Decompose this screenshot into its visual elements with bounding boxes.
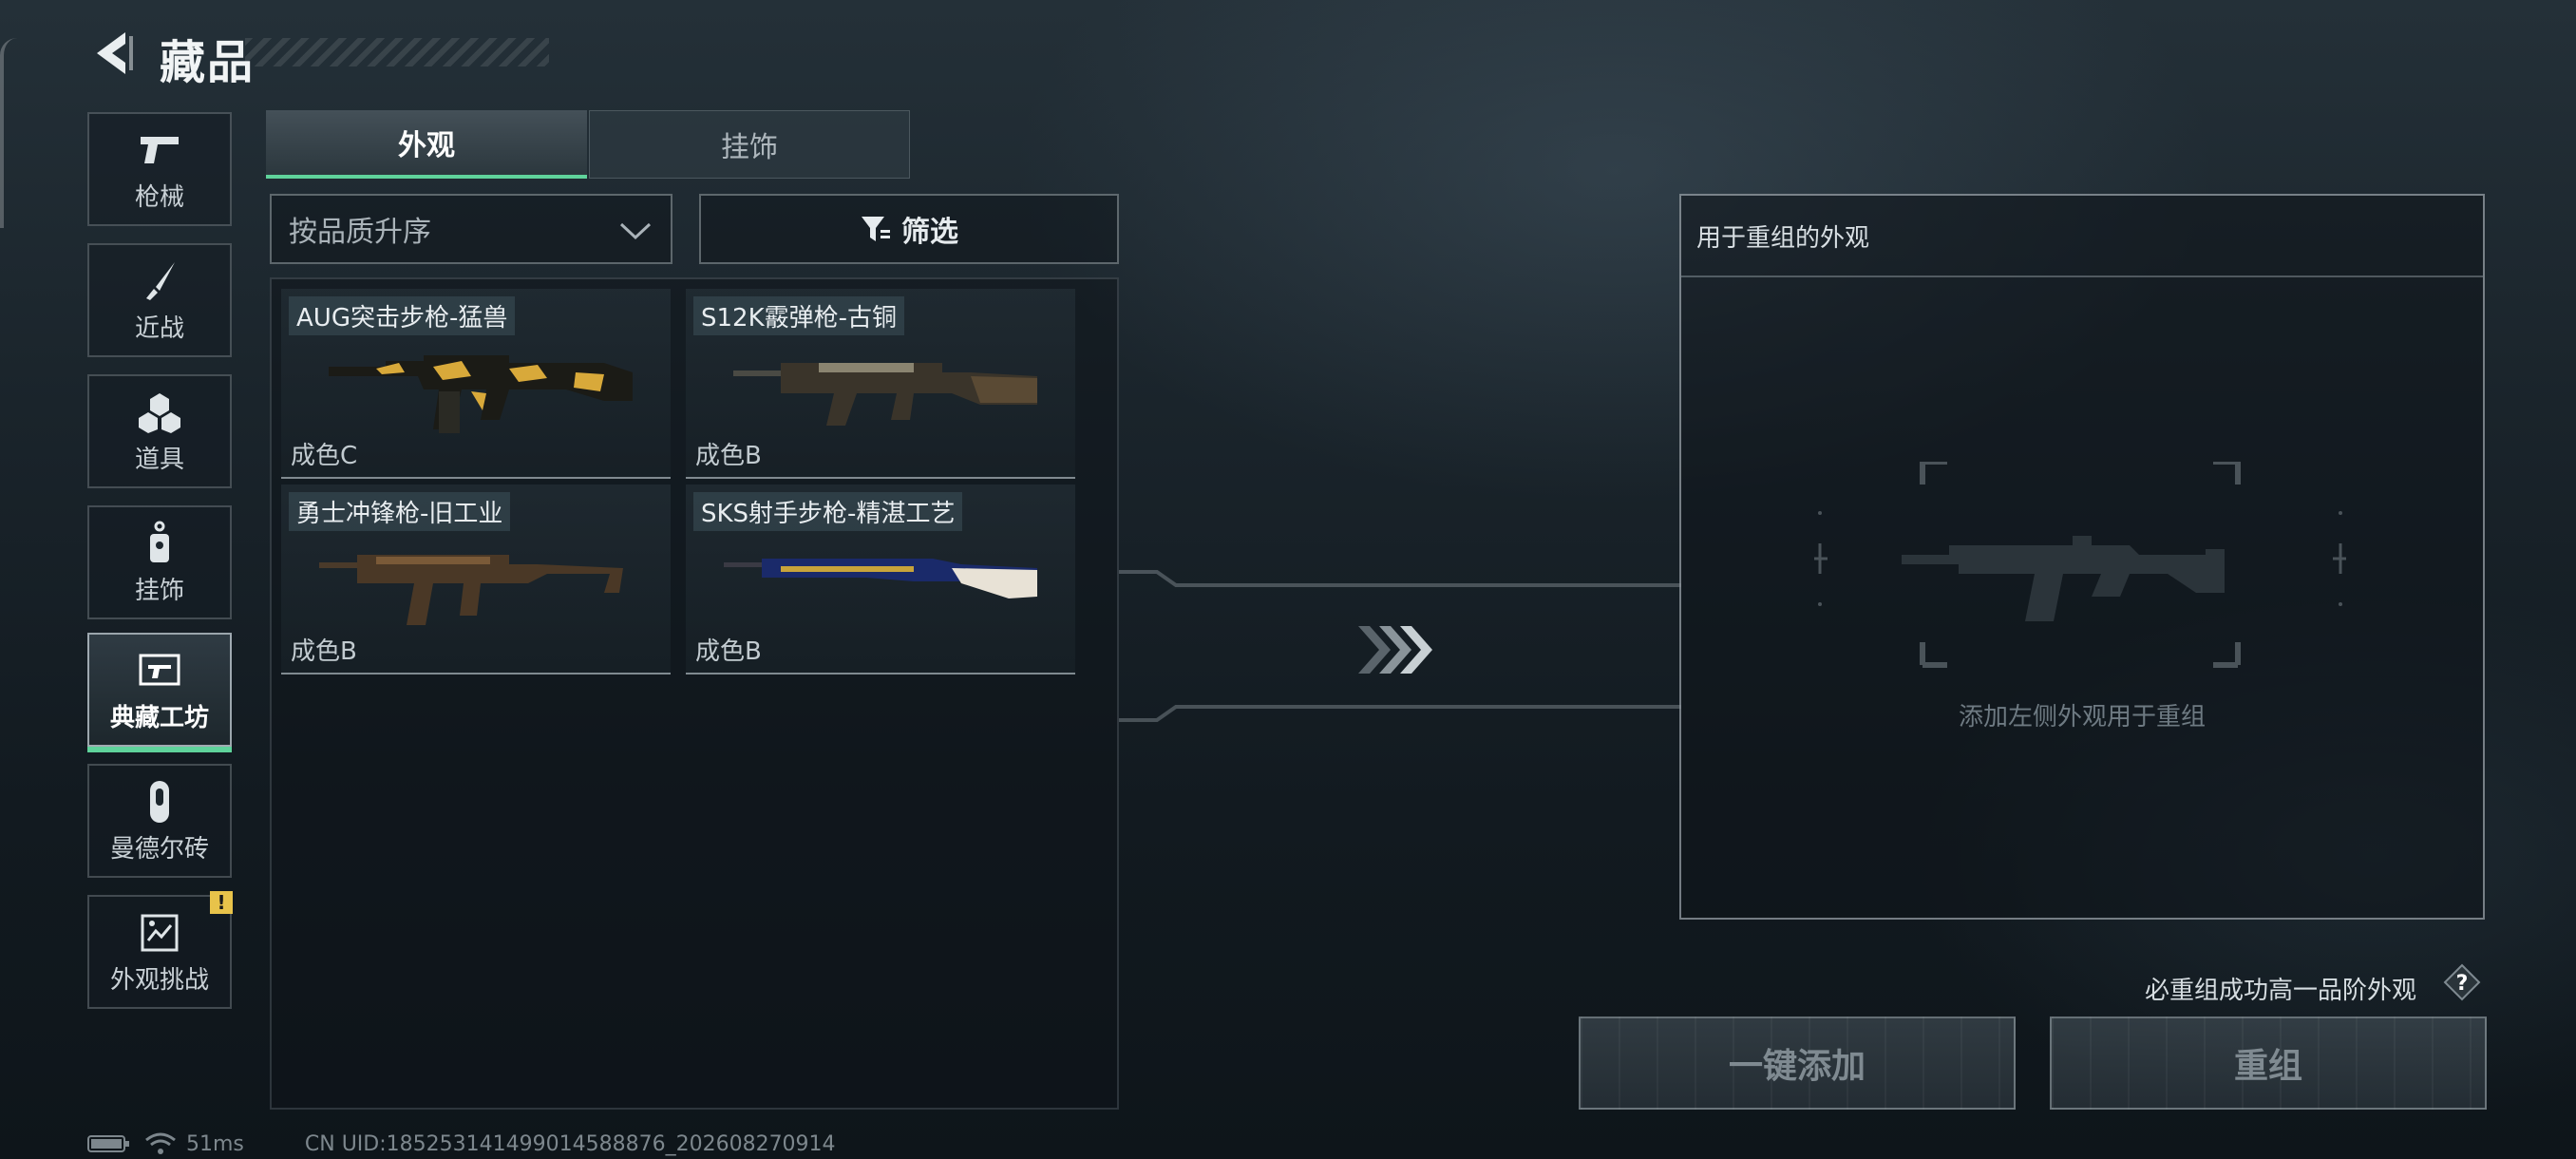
svg-text:?: ?	[2456, 972, 2469, 996]
appearance-card[interactable]: SKS射手步枪-精湛工艺 成色B	[686, 484, 1075, 674]
help-icon[interactable]: ?	[2443, 963, 2481, 1001]
item-name: 勇士冲锋枪-旧工业	[289, 492, 511, 531]
sort-value: 按品质升序	[289, 216, 431, 249]
status-bar: 51ms CN UID:1852531414990145888​76_20260…	[87, 1130, 836, 1157]
sidebar-item-items[interactable]: 道具	[87, 374, 232, 488]
challenge-icon	[133, 909, 186, 957]
appearance-card[interactable]: S12K霰弹枪-古铜 成色B	[686, 289, 1075, 479]
recombine-title: 用于重组的外观	[1696, 224, 1870, 253]
sidebar-item-label: 挂饰	[134, 576, 184, 605]
appearance-card[interactable]: 勇士冲锋枪-旧工业 成色B	[281, 484, 671, 674]
back-icon[interactable]	[87, 27, 137, 80]
title-stripe-decoration	[245, 38, 549, 66]
filter-icon	[862, 217, 890, 241]
item-grade: 成色C	[291, 442, 358, 470]
sidebar-item-label: 近战	[134, 314, 184, 343]
sidebar-item-label: 枪械	[134, 182, 184, 212]
sidebar-item-label: 曼德尔砖	[109, 834, 209, 864]
ping-value: 51ms	[186, 1131, 244, 1156]
alert-badge: !	[210, 891, 233, 914]
recombine-note: 必重组成功高一品阶外观	[2145, 977, 2417, 1005]
frame-edge	[0, 38, 17, 228]
wifi-icon	[145, 1132, 176, 1154]
item-grade: 成色B	[695, 442, 762, 470]
sidebar-item-label: 外观挑战	[109, 965, 209, 995]
item-grade: 成色B	[291, 637, 357, 666]
tab-appearance[interactable]: 外观	[266, 110, 587, 179]
filter-button[interactable]: 筛选	[699, 194, 1119, 264]
page-title: 藏品	[160, 36, 256, 89]
forward-arrows-icon	[1358, 626, 1432, 674]
sidebar-item-melee[interactable]: 近战	[87, 243, 232, 357]
chevron-down-icon	[619, 222, 652, 240]
recombine-button[interactable]: 重组	[2050, 1016, 2487, 1110]
sidebar-item-charms[interactable]: 挂饰	[87, 505, 232, 619]
divider	[1681, 276, 2483, 277]
recombine-panel: 用于重组的外观 添加左侧外观用于重组	[1679, 194, 2485, 920]
filter-label: 筛选	[901, 216, 958, 249]
add-all-button[interactable]: 一键添加	[1579, 1016, 2016, 1110]
sidebar-item-guns[interactable]: 枪械	[87, 112, 232, 226]
mandel-brick-icon	[133, 778, 186, 826]
item-name: SKS射手步枪-精湛工艺	[693, 492, 963, 531]
knife-icon	[133, 257, 186, 305]
appearance-grid: AUG突击步枪-猛兽 成色C S12K霰弹枪-古铜 成色B 勇士冲锋枪-旧工业 …	[270, 277, 1119, 1110]
pistol-icon	[133, 126, 186, 174]
item-grade: 成色B	[695, 637, 762, 666]
charm-icon	[133, 520, 186, 567]
empty-hint: 添加左侧外观用于重组	[1958, 703, 2206, 732]
sidebar-item-workshop[interactable]: 典藏工坊	[87, 633, 232, 752]
aug-rifle-image	[329, 355, 633, 433]
s12k-shotgun-image	[733, 363, 1037, 426]
sidebar-item-label: 道具	[134, 445, 184, 474]
sidebar-item-label: 典藏工坊	[109, 703, 209, 732]
uid-text: CN UID:1852531414990145888​76_2026082709…	[304, 1131, 836, 1156]
vityaz-smg-image	[319, 555, 623, 625]
sort-dropdown[interactable]: 按品质升序	[270, 194, 672, 264]
sidebar-item-mandel-brick[interactable]: 曼德尔砖	[87, 764, 232, 878]
cubes-icon	[133, 389, 186, 436]
battery-icon	[87, 1135, 129, 1152]
item-name: S12K霰弹枪-古铜	[693, 296, 905, 335]
sks-rifle-image	[724, 559, 1037, 598]
tab-pendants[interactable]: 挂饰	[589, 110, 910, 179]
item-name: AUG突击步枪-猛兽	[289, 296, 516, 335]
appearance-card[interactable]: AUG突击步枪-猛兽 成色C	[281, 289, 671, 479]
workshop-icon	[133, 647, 186, 694]
rifle-placeholder-icon	[1902, 536, 2225, 621]
